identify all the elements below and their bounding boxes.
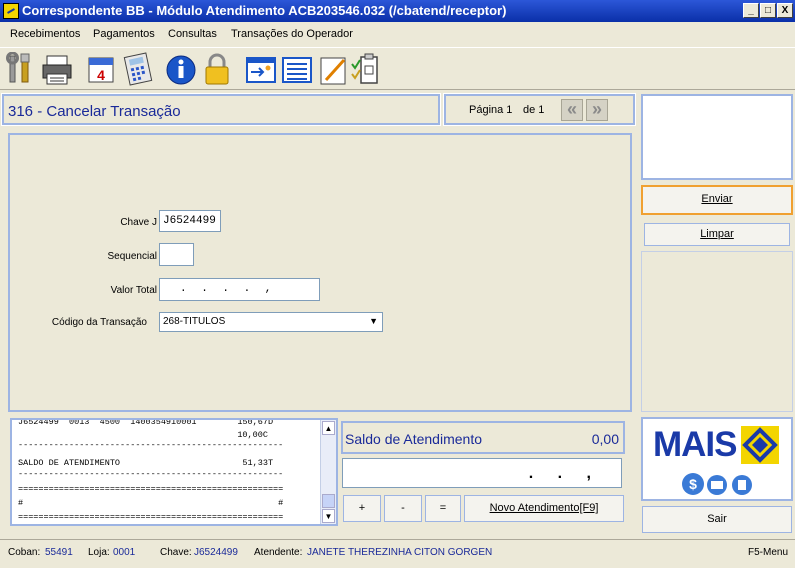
saldo-label: Saldo de Atendimento (345, 431, 482, 447)
chave-status-value: J6524499 (194, 547, 238, 558)
enviar-button[interactable]: Enviar (641, 185, 793, 215)
receipt-line: SALDO DE ATENDIMENTO 51,33T (18, 458, 274, 468)
enviar-label: Enviar (701, 193, 733, 205)
atendente-label: Atendente: (254, 547, 303, 558)
valor-total-field[interactable]: . . . . , (159, 278, 320, 301)
codigo-transacao-label: Código da Transação (51, 317, 147, 328)
minus-button[interactable]: - (384, 495, 422, 522)
status-bar: Coban: 55491 Loja: 0001 Chave: J6524499 … (0, 539, 795, 564)
scroll-up-icon[interactable]: ▲ (322, 421, 335, 435)
codigo-transacao-select[interactable]: 268-TITULOS ▼ (159, 312, 383, 332)
novo-atendimento-label: Novo Atendimento[F9] (489, 502, 599, 514)
scroll-down-icon[interactable]: ▼ (322, 509, 335, 523)
calendar-icon[interactable]: 4 (86, 52, 118, 86)
list-icon[interactable] (281, 52, 313, 86)
lock-icon[interactable] (201, 52, 233, 86)
trash-icon (732, 475, 752, 495)
valor-total-label: Valor Total (110, 285, 157, 296)
calendar-day: 4 (97, 67, 105, 83)
plus-button[interactable]: + (343, 495, 381, 522)
saldo-value: 0,00 (591, 431, 619, 447)
info-icon[interactable] (165, 52, 197, 86)
receipt-line: # # (18, 498, 284, 508)
chevron-down-icon: ▼ (369, 316, 378, 326)
receipt-line: ----------------------------------------… (18, 469, 284, 479)
menu-consultas[interactable]: Consultas (168, 28, 217, 40)
side-panel (641, 251, 793, 412)
chave-field[interactable]: J6524499 (159, 210, 221, 232)
logo-panel: MAIS $ (641, 417, 793, 501)
receipt-view: J6524499 0013 4500 1400354910001 150,67D… (10, 418, 338, 526)
equals-button[interactable]: = (425, 495, 461, 522)
loja-label: Loja: (88, 547, 110, 558)
bb-app-icon (3, 3, 19, 19)
close-button[interactable]: X (777, 3, 793, 18)
toolbar: 4 (0, 47, 795, 90)
menu-transacoes-operador[interactable]: Transações do Operador (231, 28, 353, 40)
mais-logo-text: MAIS (653, 425, 737, 464)
codigo-transacao-value: 268-TITULOS (163, 316, 226, 327)
limpar-button[interactable]: Limpar (644, 223, 790, 246)
tools-icon[interactable] (4, 51, 36, 86)
chave-status-label: Chave: (160, 547, 192, 558)
maximize-button[interactable]: □ (760, 3, 776, 18)
receipt-line: ========================================… (18, 484, 284, 494)
limpar-label: Limpar (700, 228, 734, 240)
page-label: Página 1 (469, 104, 513, 116)
info-box (641, 94, 793, 180)
receipt-scrollbar[interactable]: ▲ ▼ (320, 420, 336, 524)
form-panel: Chave J J6524499 Sequencial Valor Total … (8, 133, 632, 412)
sequencial-field[interactable] (159, 243, 194, 266)
edit-icon[interactable] (318, 52, 350, 86)
page-total-label: de 1 (523, 104, 545, 116)
pager: Página 1 de 1 « » (443, 93, 636, 126)
scroll-thumb[interactable] (322, 494, 335, 508)
receipt-line: 10,00C (18, 430, 268, 440)
saldo-panel: Saldo de Atendimento 0,00 (341, 421, 625, 454)
mail-icon (707, 475, 727, 495)
dollar-icon: $ (682, 473, 704, 495)
calculator-icon[interactable] (122, 52, 154, 86)
printer-icon[interactable] (41, 52, 73, 86)
page-title: 316 - Cancelar Transação (8, 103, 181, 120)
sair-button[interactable]: Sair (642, 506, 792, 533)
amount-entry-value: . . , (528, 465, 601, 482)
header-panel: 316 - Cancelar Transação (1, 93, 441, 126)
bb-logo-icon (741, 426, 779, 464)
coban-value: 55491 (45, 547, 73, 558)
window-title: Correspondente BB - Módulo Atendimento A… (22, 3, 507, 18)
menu-pagamentos[interactable]: Pagamentos (93, 28, 155, 40)
sequencial-label: Sequencial (107, 251, 157, 262)
prev-page-button[interactable]: « (561, 99, 583, 121)
receipt-line: ========================================… (18, 512, 284, 522)
loja-value: 0001 (113, 547, 136, 558)
amount-entry[interactable]: . . , (342, 458, 622, 488)
menu-recebimentos[interactable]: Recebimentos (10, 28, 80, 40)
chave-label: Chave J (120, 217, 157, 228)
coban-label: Coban: (8, 547, 41, 558)
title-bar: Correspondente BB - Módulo Atendimento A… (0, 0, 795, 22)
atendente-value: JANETE THEREZINHA CITON GORGEN (307, 547, 493, 558)
menu-hint: F5-Menu (748, 547, 789, 558)
menu-bar: Recebimentos Pagamentos Consultas Transa… (0, 22, 795, 46)
next-page-button[interactable]: » (586, 99, 608, 121)
receipt-line: J6524499 0013 4500 1400354910001 150,67D (18, 418, 274, 427)
import-icon[interactable] (245, 52, 277, 86)
checklist-icon[interactable] (350, 52, 382, 86)
novo-atendimento-button[interactable]: Novo Atendimento[F9] (464, 495, 624, 522)
receipt-line: ----------------------------------------… (18, 440, 284, 450)
minimize-button[interactable]: _ (743, 3, 759, 18)
